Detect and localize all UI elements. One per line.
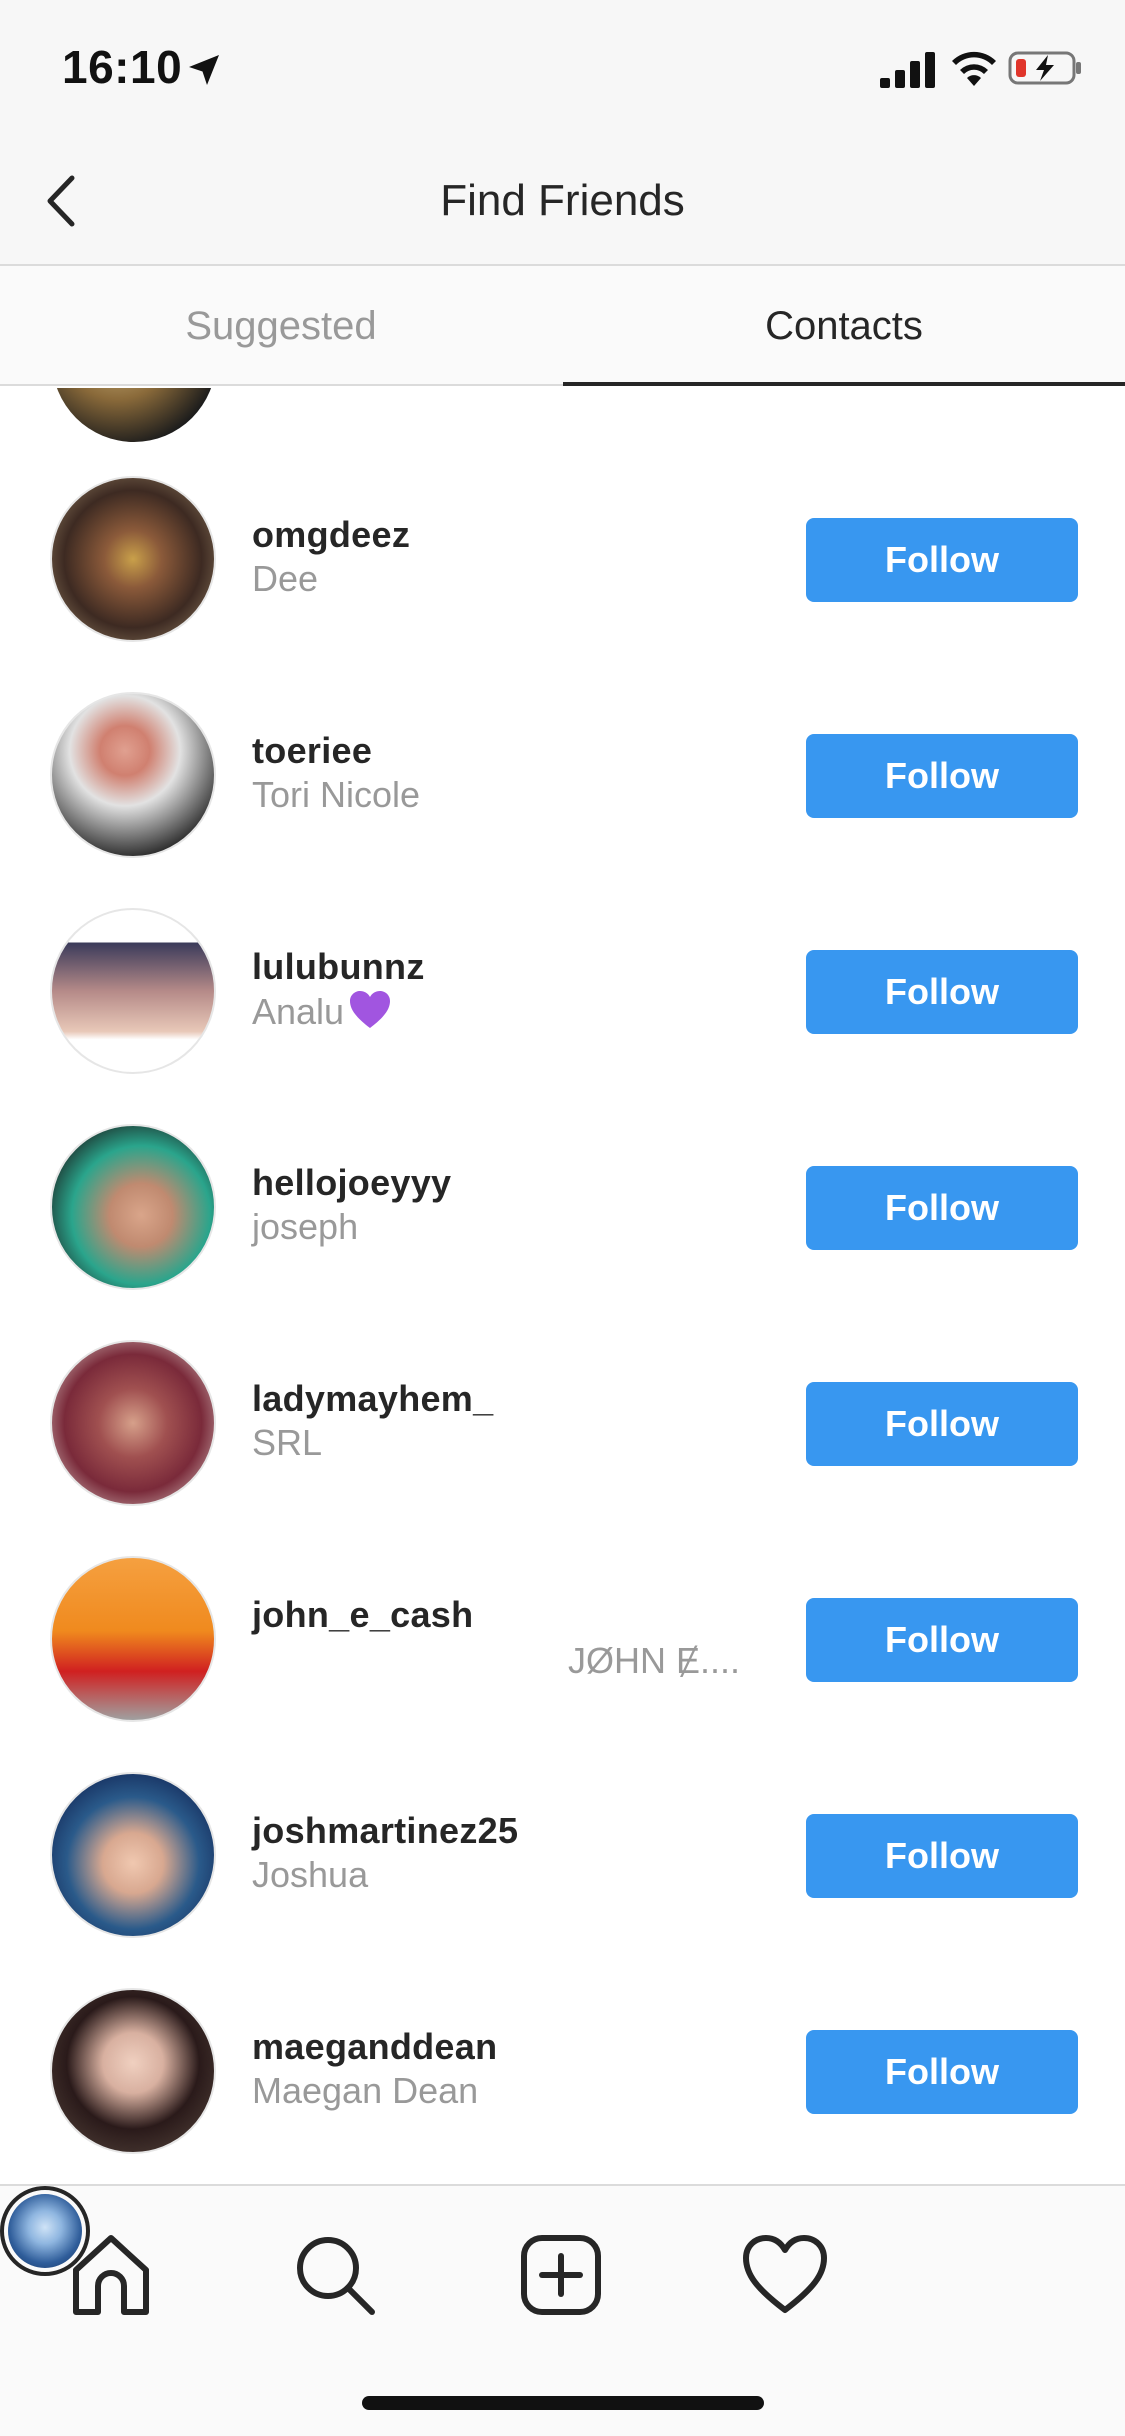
full-name: JØHN Ɇ.... (568, 1640, 741, 1681)
home-icon[interactable] (66, 2230, 156, 2320)
username[interactable]: lulubunnz (252, 946, 425, 988)
avatar[interactable] (50, 1556, 216, 1722)
add-post-icon[interactable] (516, 2230, 606, 2320)
follow-button[interactable]: Follow (806, 2030, 1078, 2114)
tab-contacts[interactable]: Contacts (563, 266, 1125, 386)
list-item: maeganddean Maegan Dean Follow (0, 1988, 1125, 2184)
home-indicator (362, 2396, 764, 2410)
full-name: Tori Nicole (252, 774, 421, 815)
avatar[interactable] (50, 1988, 216, 2154)
avatar[interactable] (50, 908, 216, 1074)
activity-heart-icon[interactable] (740, 2230, 830, 2320)
follow-button[interactable]: Follow (806, 950, 1078, 1034)
full-name: Maegan Dean (252, 2070, 479, 2111)
wifi-icon (952, 51, 996, 86)
list-item: hellojoeyyy joseph Follow (0, 1124, 1125, 1340)
list-item: john_e_cash JØHN Ɇ.... Follow (0, 1556, 1125, 1772)
follow-button[interactable]: Follow (806, 1382, 1078, 1466)
full-name: joseph (252, 1206, 359, 1247)
follow-button[interactable]: Follow (806, 1166, 1078, 1250)
tab-suggested[interactable]: Suggested (0, 266, 562, 386)
signal-icon (880, 52, 935, 88)
full-name: Dee (252, 558, 319, 599)
status-bar: 16:10 (0, 0, 1125, 140)
search-icon[interactable] (290, 2230, 380, 2320)
avatar[interactable] (50, 1340, 216, 1506)
nav-header: Find Friends (0, 140, 1125, 266)
username[interactable]: hellojoeyyy (252, 1162, 451, 1204)
username[interactable]: maeganddean (252, 2026, 497, 2068)
list-item: toeriee Tori Nicole Follow (0, 692, 1125, 908)
username[interactable]: joshmartinez25 (252, 1810, 518, 1852)
contacts-list[interactable]: omgdeez Dee Follow toeriee Tori Nicole F… (0, 388, 1125, 2184)
page-title: Find Friends (440, 176, 685, 225)
username[interactable]: omgdeez (252, 514, 410, 556)
full-name: Joshua (252, 1854, 369, 1895)
list-item: omgdeez Dee Follow (0, 476, 1125, 692)
bottom-nav (0, 2184, 1125, 2436)
avatar[interactable] (50, 1772, 216, 1938)
username[interactable]: toeriee (252, 730, 372, 772)
follow-button[interactable]: Follow (806, 1814, 1078, 1898)
status-time: 16:10 (62, 41, 183, 93)
list-item: ladymayhem_ SRL Follow (0, 1340, 1125, 1556)
list-item: lulubunnz Analu Follow (0, 908, 1125, 1124)
follow-button[interactable]: Follow (806, 734, 1078, 818)
follow-button[interactable]: Follow (806, 1598, 1078, 1682)
active-tab-indicator (563, 382, 1125, 386)
username[interactable]: john_e_cash (252, 1594, 473, 1636)
full-name: Analu (252, 990, 392, 1033)
full-name-text: Analu (252, 991, 345, 1032)
avatar[interactable] (50, 1124, 216, 1290)
location-arrow-icon (189, 55, 219, 85)
full-name: SRL (252, 1422, 323, 1463)
tab-bar-top: Suggested Contacts (0, 266, 1125, 386)
avatar[interactable] (52, 388, 216, 442)
purple-heart-emoji (350, 991, 391, 1028)
username[interactable]: ladymayhem_ (252, 1378, 493, 1420)
list-item: joshmartinez25 Joshua Follow (0, 1772, 1125, 1988)
avatar[interactable] (50, 692, 216, 858)
avatar[interactable] (50, 476, 216, 642)
battery-charging-icon (1008, 51, 1081, 85)
follow-button[interactable]: Follow (806, 518, 1078, 602)
